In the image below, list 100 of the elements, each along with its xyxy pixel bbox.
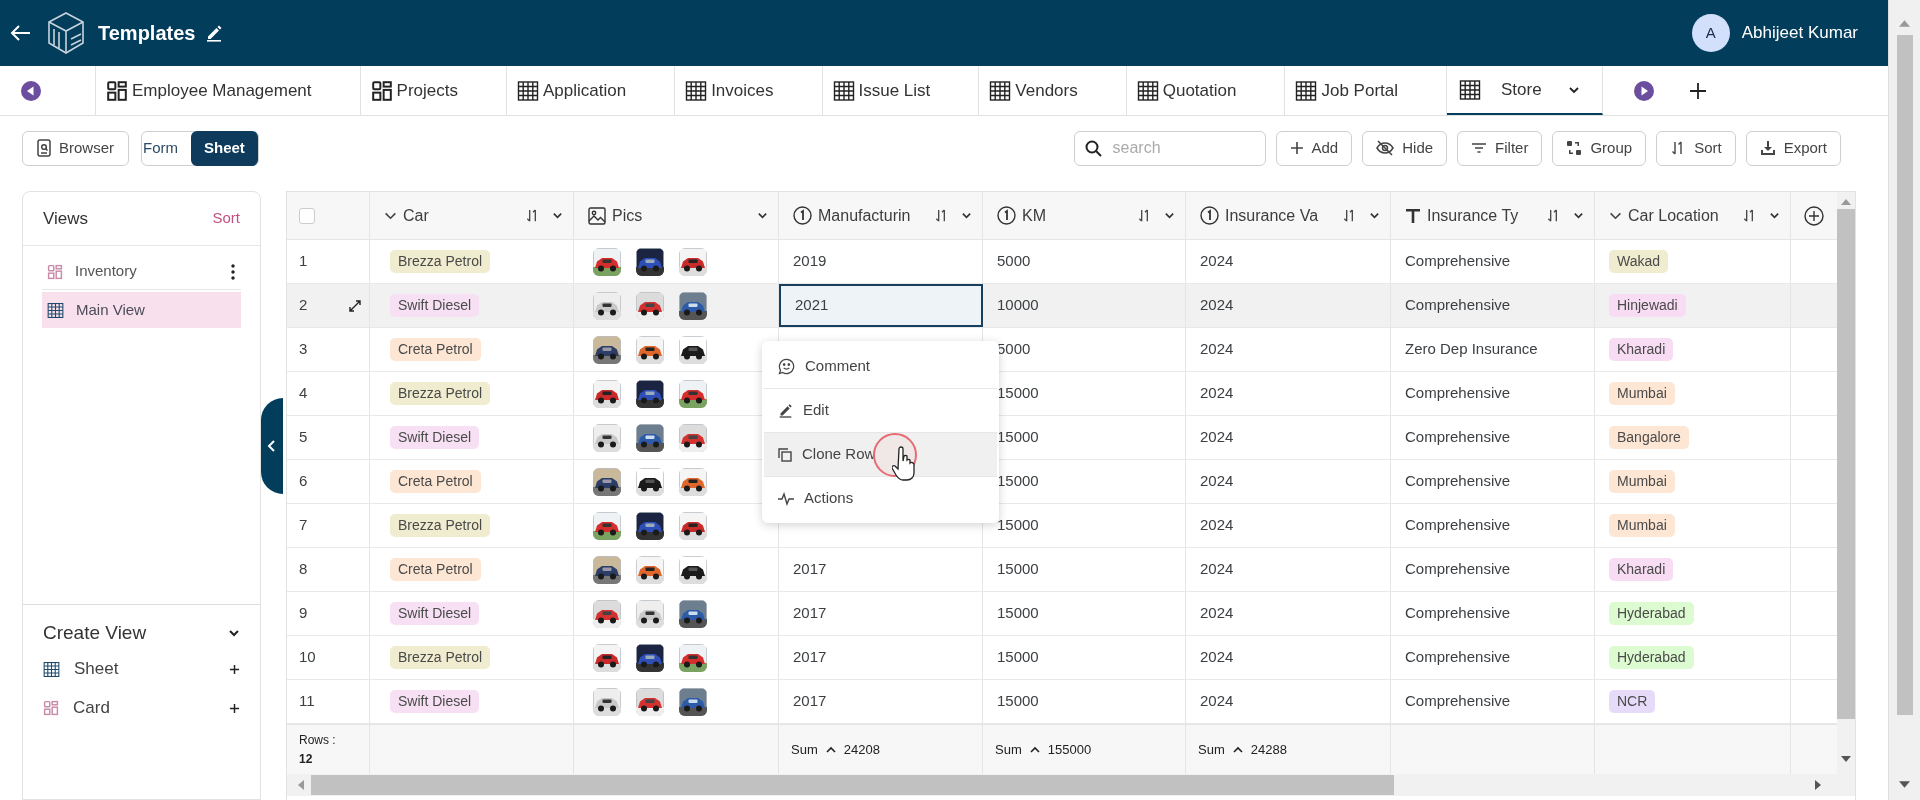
table-cell[interactable]: 2017 xyxy=(779,548,983,591)
row-header-cell[interactable]: 7 xyxy=(287,504,370,547)
column-header[interactable]: Manufacturin xyxy=(818,203,928,228)
table-cell[interactable]: Comprehensive xyxy=(1391,460,1595,503)
toolbar-button[interactable]: Hide xyxy=(1362,130,1448,166)
add-column-icon[interactable] xyxy=(1804,205,1824,226)
table-cell[interactable]: 2024 xyxy=(1186,592,1391,635)
table-cell[interactable]: 2024 xyxy=(1186,680,1391,723)
table-cell[interactable]: 15000 xyxy=(983,548,1186,591)
summary-label[interactable]: Sum xyxy=(791,739,818,760)
pencil-icon[interactable] xyxy=(205,24,224,42)
table-cell[interactable]: Zero Dep Insurance xyxy=(1391,328,1595,371)
row-header-cell[interactable]: 8 xyxy=(287,548,370,591)
row-header-cell[interactable]: 3 xyxy=(287,328,370,371)
table-cell[interactable]: 2017 xyxy=(779,636,983,679)
search-field[interactable]: search xyxy=(1073,130,1266,166)
table-cell[interactable]: Comprehensive xyxy=(1391,240,1595,283)
summary-label[interactable]: Sum xyxy=(1198,739,1225,760)
table-cell[interactable]: 15000 xyxy=(983,636,1186,679)
row-header-cell[interactable]: 9 xyxy=(287,592,370,635)
table-cell[interactable]: 2024 xyxy=(1186,328,1391,371)
summary-label[interactable]: Sum xyxy=(995,739,1022,760)
plus-icon[interactable] xyxy=(229,702,240,714)
table-cell[interactable]: Comprehensive xyxy=(1391,416,1595,459)
column-header[interactable]: Insurance Ty xyxy=(1427,203,1540,228)
sheet-tab[interactable]: Job Portal xyxy=(1285,66,1447,115)
row-header-cell[interactable]: 1 xyxy=(287,240,370,283)
sheet-tab[interactable]: Quotation xyxy=(1126,66,1286,115)
sheet-tab[interactable]: Vendors xyxy=(979,66,1127,115)
create-view-option[interactable]: Card xyxy=(43,689,240,727)
sheet-tab[interactable]: Issue List xyxy=(822,66,980,115)
scroll-left-icon[interactable] xyxy=(20,79,42,102)
table-cell[interactable]: Comprehensive xyxy=(1391,372,1595,415)
table-cell[interactable]: Comprehensive xyxy=(1391,504,1595,547)
row-header-cell[interactable]: 2 xyxy=(287,284,370,327)
caret-up-icon[interactable] xyxy=(1029,746,1040,753)
vertical-scrollbar-thumb[interactable] xyxy=(1837,209,1855,719)
row-header-cell[interactable]: 6 xyxy=(287,460,370,503)
toolbar-button[interactable]: Export xyxy=(1745,130,1841,166)
view-item[interactable]: Inventory xyxy=(42,254,241,290)
table-cell[interactable]: 2024 xyxy=(1186,284,1391,327)
row-header-cell[interactable]: 4 xyxy=(287,372,370,415)
sheet-tab[interactable]: Application xyxy=(506,66,676,115)
sheet-tab[interactable]: Invoices xyxy=(675,66,823,115)
table-cell[interactable]: 15000 xyxy=(983,592,1186,635)
mode-tab[interactable]: Sheet xyxy=(191,130,258,166)
table-cell[interactable]: 2017 xyxy=(779,680,983,723)
caret-up-icon[interactable] xyxy=(825,746,836,753)
toolbar-button[interactable]: Filter xyxy=(1457,130,1543,166)
user-avatar[interactable]: A xyxy=(1691,14,1730,52)
column-header[interactable]: KM xyxy=(1022,203,1131,228)
table-cell[interactable]: 5000 xyxy=(983,240,1186,283)
scroll-right-icon[interactable] xyxy=(1815,780,1821,790)
sheet-tab[interactable]: Employee Management xyxy=(96,66,361,115)
table-cell[interactable]: Comprehensive xyxy=(1391,284,1595,327)
toolbar-button[interactable]: Add xyxy=(1275,130,1353,166)
sheet-tab[interactable]: Store xyxy=(1447,66,1603,115)
view-item[interactable]: Main View xyxy=(42,292,241,328)
sheet-tab[interactable]: Projects xyxy=(360,66,507,115)
table-cell[interactable]: 15000 xyxy=(983,680,1186,723)
table-cell[interactable]: 2021 xyxy=(779,284,983,327)
table-cell[interactable]: 2024 xyxy=(1186,240,1391,283)
page-scrollbar-thumb[interactable] xyxy=(1896,35,1913,715)
table-cell[interactable]: 2024 xyxy=(1186,548,1391,591)
toolbar-button[interactable]: Group xyxy=(1552,130,1647,166)
column-header[interactable]: Car xyxy=(403,203,519,228)
table-cell[interactable]: 2024 xyxy=(1186,416,1391,459)
caret-up-icon[interactable] xyxy=(1232,746,1243,753)
table-cell[interactable]: 10000 xyxy=(983,284,1186,327)
add-tab-icon[interactable] xyxy=(1688,81,1707,100)
row-header-cell[interactable]: 5 xyxy=(287,416,370,459)
table-cell[interactable]: 2017 xyxy=(779,592,983,635)
scroll-right-icon[interactable] xyxy=(1632,79,1655,102)
collapse-panel-handle[interactable] xyxy=(261,397,283,494)
more-options-icon[interactable] xyxy=(231,263,235,280)
sort-link[interactable]: Sort xyxy=(212,207,240,230)
toolbar-button[interactable]: Sort xyxy=(1656,130,1736,166)
select-all-checkbox[interactable] xyxy=(299,207,315,224)
expand-icon[interactable] xyxy=(349,299,361,312)
chevron-down-icon[interactable] xyxy=(228,627,240,639)
scroll-down-icon[interactable] xyxy=(1841,756,1851,762)
row-header-cell[interactable]: 10 xyxy=(287,636,370,679)
table-cell[interactable]: 2024 xyxy=(1186,372,1391,415)
create-view-option[interactable]: Sheet xyxy=(43,650,240,688)
scroll-down-icon[interactable] xyxy=(1899,781,1910,788)
column-header[interactable]: Car Location xyxy=(1628,203,1736,228)
browser-button[interactable]: Browser xyxy=(22,130,129,166)
column-header[interactable]: Insurance Va xyxy=(1225,203,1336,228)
plus-icon[interactable] xyxy=(229,663,240,675)
row-header-cell[interactable]: 11 xyxy=(287,680,370,723)
horizontal-scrollbar-thumb[interactable] xyxy=(311,775,1394,795)
table-cell[interactable]: 2024 xyxy=(1186,636,1391,679)
table-cell[interactable]: Comprehensive xyxy=(1391,592,1595,635)
mode-tab[interactable]: Form xyxy=(143,130,191,166)
table-cell[interactable]: Comprehensive xyxy=(1391,636,1595,679)
table-cell[interactable]: 2024 xyxy=(1186,504,1391,547)
table-cell[interactable]: 2019 xyxy=(779,240,983,283)
table-cell[interactable]: 2024 xyxy=(1186,460,1391,503)
table-cell[interactable]: Comprehensive xyxy=(1391,548,1595,591)
column-header[interactable]: Pics xyxy=(612,203,745,228)
